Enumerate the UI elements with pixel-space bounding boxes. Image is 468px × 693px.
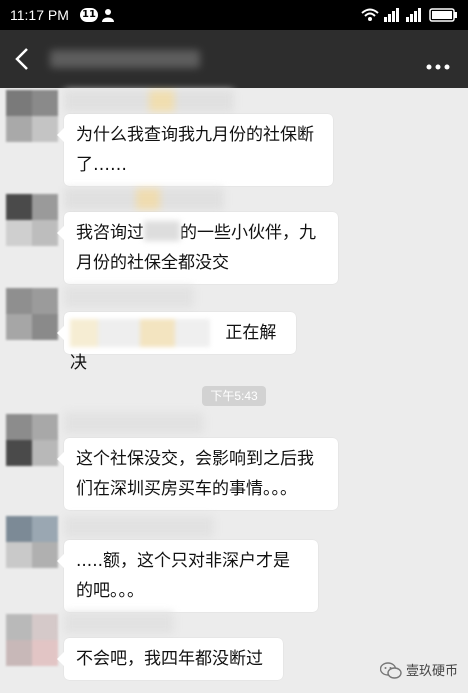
wifi-icon bbox=[361, 8, 379, 21]
avatar[interactable] bbox=[6, 516, 58, 568]
message-text-start: 我咨询过 bbox=[76, 223, 144, 243]
avatar[interactable] bbox=[6, 614, 58, 666]
notification-badge: 11 bbox=[80, 8, 98, 22]
signal-icon-1 bbox=[384, 8, 399, 22]
message-text: 这个社保没交，会影响到之后我们在深圳买房买车的事情。。。 bbox=[76, 449, 314, 499]
avatar[interactable] bbox=[6, 414, 58, 466]
watermark: 壹玖硬币 bbox=[379, 660, 458, 684]
back-arrow-icon[interactable] bbox=[8, 44, 38, 74]
message-text: 为什么我查询我九月份的社保断了…… bbox=[76, 125, 314, 175]
sender-name-redacted bbox=[64, 516, 214, 538]
chat-header bbox=[0, 30, 468, 88]
chat-title-redacted bbox=[50, 50, 200, 68]
redacted-image bbox=[70, 319, 210, 347]
message-bubble[interactable]: .....额，这个只对非深户才是的吧。。。 bbox=[57, 540, 318, 612]
message-bubble[interactable]: 这个社保没交，会影响到之后我们在深圳买房买车的事情。。。 bbox=[57, 438, 338, 510]
more-options-icon[interactable] bbox=[426, 56, 450, 70]
status-icons bbox=[360, 6, 460, 24]
sender-name-redacted bbox=[64, 90, 234, 112]
status-bar: 11:17 PM 11 bbox=[0, 0, 468, 30]
person-icon bbox=[102, 8, 114, 26]
wechat-icon bbox=[379, 662, 402, 684]
message-bubble[interactable]: 不会吧，我四年都没断过 bbox=[57, 638, 283, 680]
message-text: .....额，这个只对非深户才是的吧。。。 bbox=[76, 551, 291, 601]
redacted-text bbox=[144, 221, 180, 241]
battery-icon bbox=[429, 8, 457, 22]
signal-icon-2 bbox=[406, 8, 421, 22]
message-text: 不会吧，我四年都没断过 bbox=[76, 649, 263, 669]
sender-name-redacted bbox=[64, 612, 174, 634]
message-bubble[interactable]: 正在解决 bbox=[57, 312, 296, 373]
avatar[interactable] bbox=[6, 90, 58, 142]
message-timestamp: 下午5:43 bbox=[202, 386, 266, 406]
avatar[interactable] bbox=[6, 288, 58, 340]
message-bubble[interactable]: 为什么我查询我九月份的社保断了…… bbox=[57, 114, 333, 186]
watermark-text: 壹玖硬币 bbox=[405, 664, 458, 679]
sender-name-redacted bbox=[64, 188, 224, 210]
sender-name-redacted bbox=[64, 286, 194, 308]
status-time: 11:17 PM bbox=[10, 7, 69, 23]
sender-name-redacted bbox=[64, 412, 204, 434]
message-bubble[interactable]: 我咨询过 的一些小伙伴，九月份的社保全都没交 bbox=[57, 212, 338, 284]
avatar[interactable] bbox=[6, 194, 58, 246]
